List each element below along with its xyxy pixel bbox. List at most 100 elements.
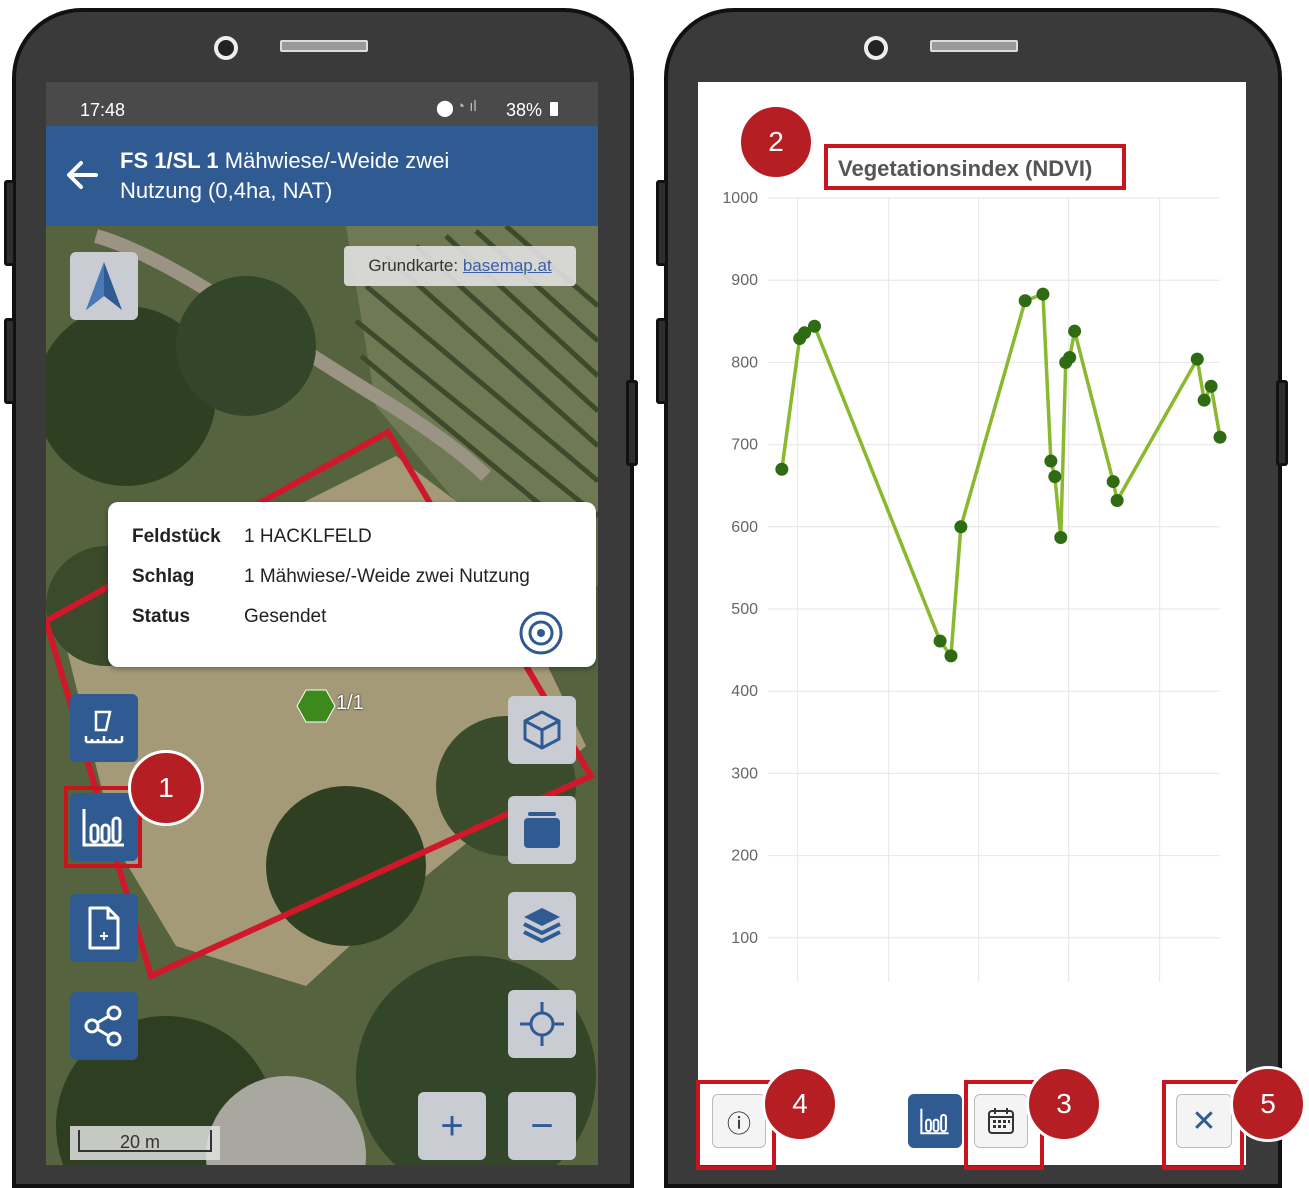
popup-key: Status [132,606,191,627]
data-point [775,462,789,476]
layers-button[interactable] [508,892,576,960]
left-phone-camera [214,36,238,60]
marker-label: 1/1 [336,692,364,714]
popup-value: Gesendet [244,606,327,627]
measure-button[interactable] [70,694,138,762]
target-icon[interactable] [518,610,564,656]
callout-badge-5: 5 [1230,1066,1306,1142]
callout-badge-1: 1 [128,750,204,826]
data-point [1068,324,1082,338]
map-view[interactable]: Grundkarte: basemap.at Feldstück 1 HACKL… [46,226,598,1165]
layers-stack-button[interactable] [508,796,576,864]
data-point [1048,470,1062,484]
y-tick-label: 800 [731,354,758,371]
share-button[interactable] [70,992,138,1060]
popup-row: Status Gesendet [132,606,572,630]
layers-icon [523,908,561,943]
add-document-button[interactable] [70,894,138,962]
attribution-prefix: Grundkarte: [368,256,463,275]
app-bar-title: FS 1/SL 1 Mähwiese/-Weide zwei Nutzung (… [120,146,449,206]
data-point [1190,352,1204,366]
data-point [1213,430,1227,444]
popup-row: Feldstück 1 HACKLFELD [132,526,572,550]
compass-button[interactable] [70,252,138,320]
status-bar: 17:48 ⬤ ◔ ıl 38% [46,82,598,126]
popup-key: Feldstück [132,526,221,547]
field-marker[interactable]: 1/1 [296,688,386,728]
title-subtitle: Nutzung (0,4ha, NAT) [120,178,333,203]
left-phone-side-button [626,380,638,466]
location-icon: ⬤ [436,100,454,117]
app-bar: FS 1/SL 1 Mähwiese/-Weide zwei Nutzung (… [46,126,598,226]
data-point [933,634,947,648]
y-tick-label: 700 [731,437,758,454]
y-tick-label: 900 [731,272,758,289]
bar-chart-icon [920,1108,949,1135]
status-time: 17:48 [80,100,126,120]
callout-badge-4: 4 [762,1066,838,1142]
crosshair-icon [520,1002,564,1046]
right-screen: Vegetationsindex (NDVI) 0100200300400500… [698,82,1246,1165]
y-tick-label: 600 [731,519,758,536]
battery-level: 38% [506,100,543,120]
scale-label: 20 m [120,1132,161,1152]
map-attribution: Grundkarte: basemap.at [344,246,576,286]
callout-badge-3: 3 [1026,1066,1102,1142]
right-phone-camera [864,36,888,60]
data-point [1036,287,1050,301]
callout-badge-2: 2 [738,104,814,180]
right-phone-speaker [930,40,1018,52]
scale-bar: 20 m [70,1126,220,1160]
popup-value: 1 Mähwiese/-Weide zwei Nutzung [244,566,530,587]
y-tick-label: 100 [731,930,758,947]
y-tick-label: 300 [731,765,758,782]
field-info-popup: Feldstück 1 HACKLFELD Schlag 1 Mähwiese/… [108,502,596,667]
right-phone-side-button [656,180,668,266]
zoom-in-button[interactable]: + [418,1092,486,1160]
signal-icon: ◔ ıl [456,98,477,115]
share-icon [84,1005,122,1047]
attribution-link[interactable]: basemap.at [463,256,552,275]
zoom-out-button[interactable]: − [508,1092,576,1160]
ndvi-chart: 0100200300400500600700800900100010/2301/… [722,190,1227,982]
title-rest: Mähwiese/-Weide zwei [218,148,450,173]
data-point [1044,454,1058,468]
3d-view-button[interactable] [508,696,576,764]
popup-value: 1 HACKLFELD [244,526,372,547]
data-point [954,520,968,534]
y-tick-label: 200 [731,848,758,865]
popup-row: Schlag 1 Mähwiese/-Weide zwei Nutzung [132,566,572,590]
series-line [780,292,1222,658]
highlight-chart-title [824,144,1126,190]
document-add-icon [88,906,120,950]
right-phone-side-button [1276,380,1288,466]
left-screen: 17:48 ⬤ ◔ ıl 38% FS 1/SL 1 Mähwiese/-Wei… [46,82,598,1165]
data-point [1018,294,1032,308]
data-point [944,649,958,663]
data-point [807,319,821,333]
title-bold: FS 1/SL 1 [120,148,219,173]
cube-icon [523,710,561,750]
left-phone-side-button [4,180,16,266]
data-point [1197,393,1211,407]
ruler-icon [84,710,124,744]
y-tick-label: 400 [731,683,758,700]
data-point [1063,350,1077,364]
battery-icon [550,102,558,116]
chart-view-button[interactable] [908,1094,962,1148]
north-arrow-icon [86,262,122,310]
hexagon-marker-icon [296,689,336,723]
left-phone-side-button [4,318,16,404]
y-tick-label: 1000 [722,190,758,207]
data-point [1054,530,1068,544]
data-point [1106,475,1120,489]
popup-key: Schlag [132,566,195,587]
left-phone-speaker [280,40,368,52]
right-phone-side-button [656,318,668,404]
locate-button[interactable] [508,990,576,1058]
data-point [1204,379,1218,393]
stack-icon [524,812,560,848]
y-tick-label: 500 [731,601,758,618]
back-arrow-icon[interactable] [60,152,106,198]
data-point [1110,493,1124,507]
